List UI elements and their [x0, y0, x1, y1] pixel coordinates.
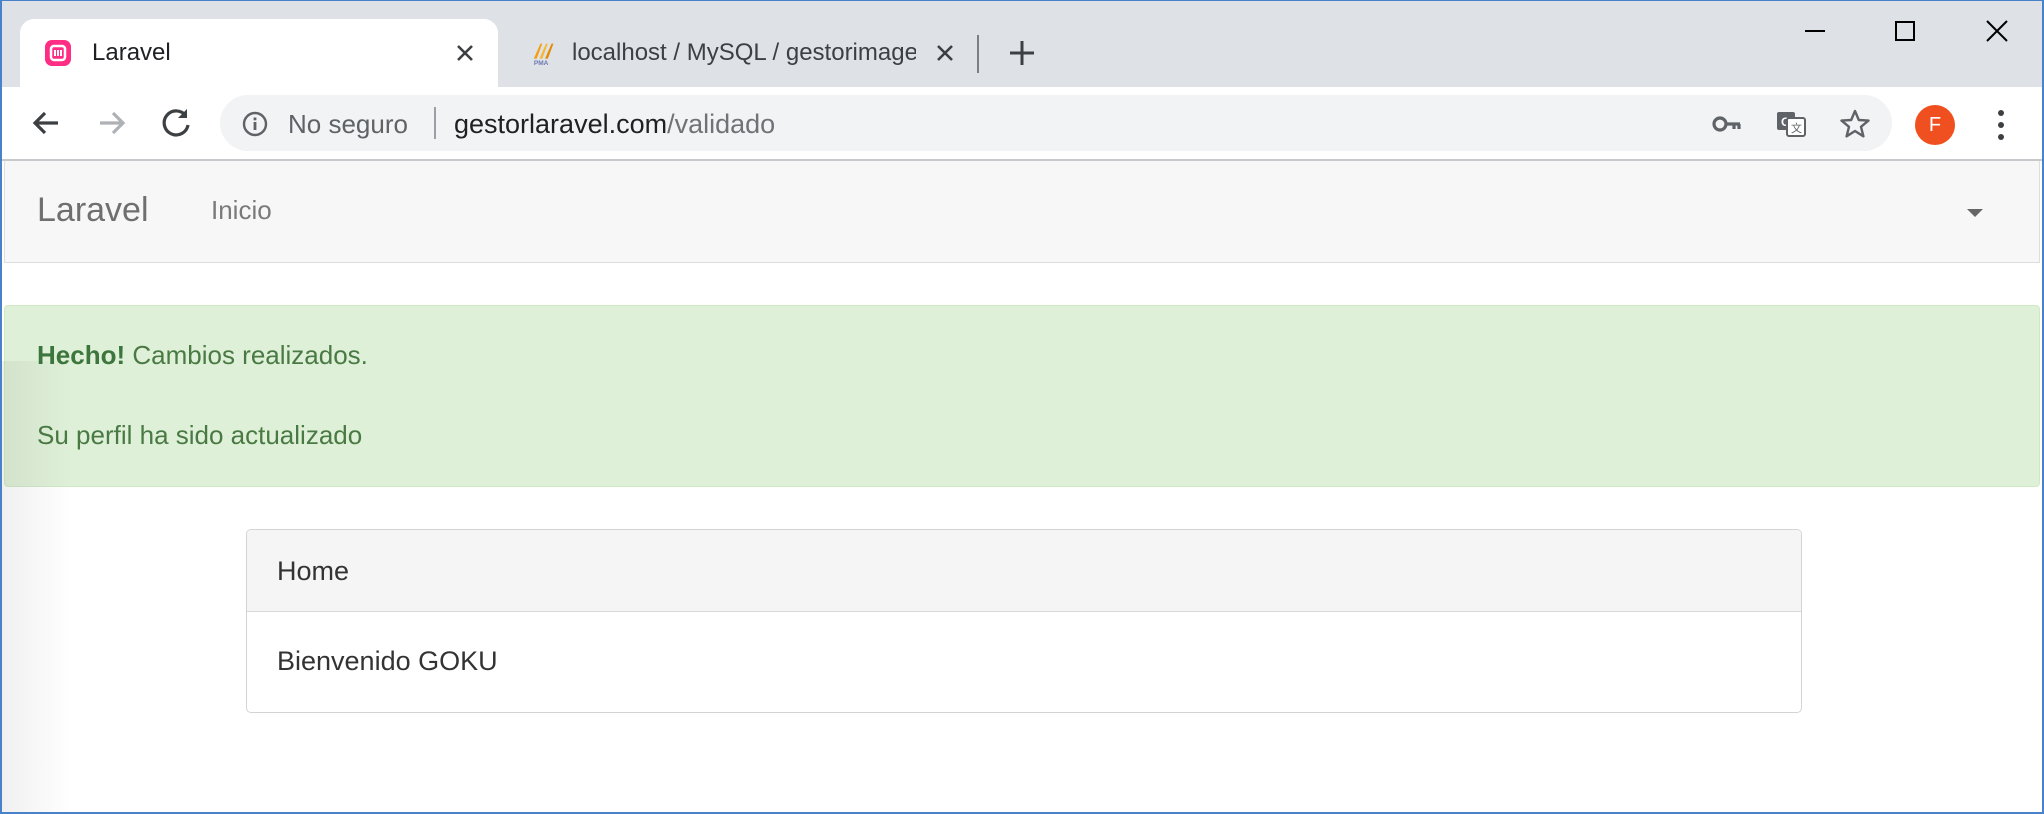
- svg-text:PMA: PMA: [534, 60, 549, 67]
- close-icon[interactable]: [930, 38, 960, 68]
- nav-link-inicio[interactable]: Inicio: [211, 195, 272, 226]
- alert-strong: Hecho!: [37, 340, 126, 370]
- close-icon[interactable]: [450, 38, 480, 68]
- panel-heading: Home: [247, 530, 1801, 612]
- user-dropdown-caret-icon[interactable]: [1967, 209, 1983, 217]
- browser-toolbar: No seguro gestorlaravel.com/validado G 文…: [2, 87, 2042, 161]
- tab-title: Laravel: [92, 39, 171, 66]
- security-label[interactable]: No seguro: [288, 109, 408, 140]
- maximize-icon[interactable]: [1875, 13, 1935, 49]
- url-host: gestorlaravel.com: [454, 109, 668, 139]
- tab-divider: [977, 35, 979, 73]
- svg-text:文: 文: [1791, 121, 1802, 135]
- more-menu-icon[interactable]: [1986, 103, 2016, 147]
- alert-detail: Su perfil ha sido actualizado: [37, 420, 363, 450]
- welcome-text: Bienvenido GOKU: [277, 646, 498, 676]
- laravel-icon: [45, 40, 71, 66]
- page-content: Laravel Inicio Hecho! Cambios realizados…: [2, 161, 2042, 812]
- browser-window: Laravel PMA localhost / MySQL / gestorim…: [0, 0, 2044, 814]
- url-text[interactable]: gestorlaravel.com/validado: [454, 109, 775, 140]
- phpmyadmin-icon: PMA: [533, 43, 554, 67]
- panel-title: Home: [277, 556, 350, 586]
- tab-phpmyadmin[interactable]: PMA localhost / MySQL / gestorimagen: [508, 19, 978, 87]
- success-alert: Hecho! Cambios realizados. Su perfil ha …: [4, 305, 2040, 487]
- forward-arrow-icon[interactable]: [90, 101, 134, 145]
- tab-title: localhost / MySQL / gestorimagen: [572, 39, 916, 66]
- tab-laravel[interactable]: Laravel: [20, 19, 498, 87]
- navbar-brand[interactable]: Laravel: [37, 191, 149, 230]
- reload-icon[interactable]: [154, 101, 198, 145]
- window-close-icon[interactable]: [1967, 13, 2027, 49]
- info-icon[interactable]: [240, 109, 270, 139]
- site-navbar: Laravel Inicio: [4, 161, 2040, 263]
- home-panel: Home Bienvenido GOKU: [246, 529, 1802, 713]
- minimize-icon[interactable]: [1785, 13, 1845, 49]
- star-icon[interactable]: [1838, 107, 1872, 141]
- tab-strip: Laravel PMA localhost / MySQL / gestorim…: [2, 1, 2042, 87]
- new-tab-icon[interactable]: [1002, 33, 1042, 73]
- url-path: /validado: [667, 109, 776, 139]
- profile-avatar[interactable]: F: [1915, 105, 1955, 145]
- address-bar[interactable]: No seguro gestorlaravel.com/validado G 文: [220, 95, 1892, 151]
- key-icon[interactable]: [1710, 107, 1744, 141]
- omnibox-separator: [434, 107, 436, 139]
- back-arrow-icon[interactable]: [24, 101, 68, 145]
- translate-icon[interactable]: G 文: [1774, 107, 1808, 141]
- alert-text: Cambios realizados.: [125, 340, 368, 370]
- alert-message: Hecho! Cambios realizados.: [37, 340, 368, 371]
